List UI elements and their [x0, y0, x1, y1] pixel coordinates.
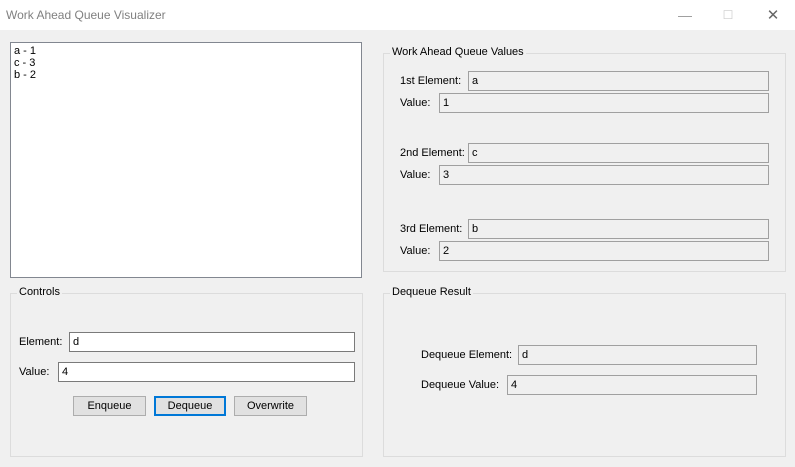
third-element-label: 3rd Element: [400, 223, 463, 235]
first-element-field: a [468, 71, 769, 91]
close-icon[interactable]: ✕ [750, 0, 795, 30]
element-input[interactable]: d [69, 332, 355, 352]
queue-values-group-title: Work Ahead Queue Values [390, 46, 526, 58]
list-item[interactable]: a - 1 [14, 45, 358, 57]
dequeue-button[interactable]: Dequeue [154, 396, 226, 416]
first-element-label: 1st Element: [400, 75, 462, 87]
list-item[interactable]: c - 3 [14, 57, 358, 69]
second-value-label: Value: [400, 169, 431, 181]
third-value-field: 2 [439, 241, 769, 261]
dequeue-value-label: Dequeue Value: [421, 379, 500, 391]
window-title: Work Ahead Queue Visualizer [6, 8, 166, 22]
third-element-field: b [468, 219, 769, 239]
minimize-icon[interactable]: — [662, 0, 708, 30]
list-item[interactable]: b - 2 [14, 69, 358, 81]
enqueue-button[interactable]: Enqueue [73, 396, 146, 416]
controls-group-title: Controls [17, 286, 62, 298]
dequeue-value-field: 4 [507, 375, 757, 395]
first-value-label: Value: [400, 97, 431, 109]
title-bar: Work Ahead Queue Visualizer — ☐ ✕ [0, 0, 795, 30]
second-element-label: 2nd Element: [400, 147, 465, 159]
first-value-field: 1 [439, 93, 769, 113]
dequeue-element-field: d [518, 345, 757, 365]
third-value-label: Value: [400, 245, 431, 257]
second-element-field: c [468, 143, 769, 163]
maximize-icon: ☐ [722, 8, 734, 22]
queue-listbox[interactable]: a - 1 c - 3 b - 2 [10, 42, 362, 278]
overwrite-button[interactable]: Overwrite [234, 396, 307, 416]
element-input-label: Element: [19, 336, 63, 348]
second-value-field: 3 [439, 165, 769, 185]
value-input-label: Value: [19, 366, 50, 378]
value-input[interactable]: 4 [58, 362, 355, 382]
dequeue-result-group-title: Dequeue Result [390, 286, 473, 298]
dequeue-element-label: Dequeue Element: [421, 349, 513, 361]
